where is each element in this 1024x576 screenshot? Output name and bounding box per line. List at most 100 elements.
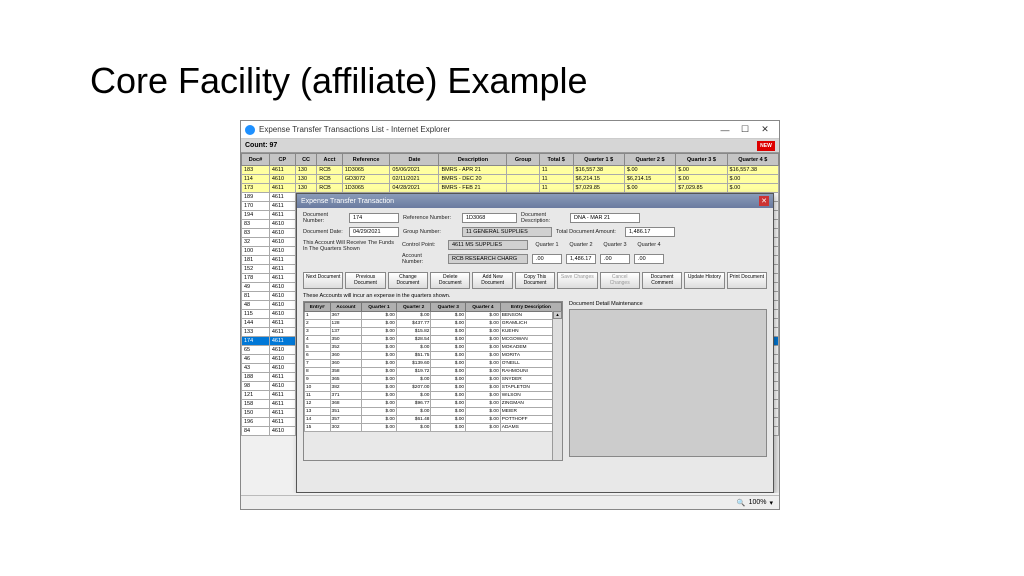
- detail-box: [569, 309, 767, 457]
- main-col-header[interactable]: Quarter 1 $: [573, 154, 624, 166]
- sub-table-row[interactable]: 13351$.00$.00$.00$.00MEIER: [305, 408, 562, 416]
- modal-title: Expense Transfer Transaction: [301, 198, 394, 205]
- detail-label: Document Detail Maintenance: [569, 301, 767, 307]
- transaction-modal: Expense Transfer Transaction ✕ Document …: [296, 193, 774, 493]
- sub-table-wrap: Entry#AccountQuarter 1Quarter 2Quarter 3…: [303, 301, 563, 461]
- table-row[interactable]: 1144610130RCBGD307202/11/2021BMRS - DEC …: [242, 175, 779, 184]
- total-label: Total Document Amount:: [556, 229, 621, 235]
- scroll-up-icon[interactable]: ▴: [553, 311, 562, 319]
- doc-action-button[interactable]: Previous Document: [345, 272, 385, 289]
- cp-dropdown[interactable]: 4611 MS SUPPLIES: [448, 240, 528, 250]
- total-field: 1,486.17: [625, 227, 675, 237]
- sub-scrollbar[interactable]: ▴: [552, 311, 562, 460]
- zoom-level: 100%: [749, 499, 767, 506]
- main-col-header[interactable]: Reference: [342, 154, 390, 166]
- statusbar: 🔍 100% ▾: [241, 495, 779, 509]
- doc-action-button: Save Changes: [557, 272, 597, 289]
- main-col-header[interactable]: Quarter 2 $: [624, 154, 675, 166]
- group-label: Group Number:: [403, 229, 458, 235]
- doc-number-field[interactable]: 174: [349, 213, 399, 223]
- sub-col-header[interactable]: Quarter 2: [396, 303, 431, 312]
- q1-field[interactable]: .00: [532, 254, 562, 264]
- cp-label: Control Point:: [402, 242, 444, 248]
- desc-label: Document Description:: [521, 212, 566, 224]
- titlebar: Expense Transfer Transactions List - Int…: [241, 121, 779, 139]
- main-col-header[interactable]: Total $: [539, 154, 573, 166]
- doc-action-button[interactable]: Copy This Document: [515, 272, 555, 289]
- doc-action-button[interactable]: Change Document: [388, 272, 428, 289]
- main-col-header[interactable]: Quarter 3 $: [676, 154, 727, 166]
- sub-table-row[interactable]: 10382$.00$207.00$.00$.00STAPLETON: [305, 384, 562, 392]
- sub-table-row[interactable]: 4350$.00$28.54$.00$.00MCGOWAN: [305, 336, 562, 344]
- app-window: Expense Transfer Transactions List - Int…: [240, 120, 780, 510]
- doc-action-button[interactable]: Update History: [684, 272, 724, 289]
- main-col-header[interactable]: Quarter 4 $: [727, 154, 778, 166]
- date-label: Document Date:: [303, 229, 345, 235]
- count-label: Count: 97: [245, 142, 277, 149]
- sub-col-header[interactable]: Quarter 4: [466, 303, 501, 312]
- count-bar: Count: 97 NEW: [241, 139, 779, 153]
- slide-title: Core Facility (affiliate) Example: [90, 60, 588, 102]
- modal-close-button[interactable]: ✕: [759, 196, 769, 206]
- sub-table-row[interactable]: 9365$.00$.00$.00$.00SNYDER: [305, 376, 562, 384]
- modal-titlebar: Expense Transfer Transaction ✕: [297, 194, 773, 208]
- zoom-icon[interactable]: 🔍: [737, 499, 746, 507]
- doc-action-button[interactable]: Document Comment: [642, 272, 682, 289]
- desc-field[interactable]: DNA - MAR 21: [570, 213, 640, 223]
- sub-table: Entry#AccountQuarter 1Quarter 2Quarter 3…: [304, 302, 562, 432]
- main-col-header[interactable]: Description: [439, 154, 507, 166]
- doc-action-button[interactable]: Next Document: [303, 272, 343, 289]
- sub-table-row[interactable]: 2128$.00$437.77$.00$.00GRAMLICH: [305, 320, 562, 328]
- q2-field[interactable]: 1,486.17: [566, 254, 596, 264]
- sub-note: These Accounts will incur an expense in …: [303, 293, 767, 299]
- acct-dropdown[interactable]: RCB RESEARCH CHARG: [448, 254, 528, 264]
- q3-label: Quarter 3: [600, 242, 630, 248]
- doc-action-button: Cancel Changes: [600, 272, 640, 289]
- ie-icon: [245, 125, 255, 135]
- acct-label: Account Number:: [402, 253, 444, 265]
- sub-table-row[interactable]: 3137$.00$15.82$.00$.00KUEHN: [305, 328, 562, 336]
- sub-table-row[interactable]: 11371$.00$.00$.00$.00WILSON: [305, 392, 562, 400]
- main-col-header[interactable]: CC: [295, 154, 316, 166]
- main-col-header[interactable]: Group: [507, 154, 539, 166]
- doc-action-button[interactable]: Print Document: [727, 272, 767, 289]
- main-col-header[interactable]: Date: [390, 154, 439, 166]
- main-col-header[interactable]: CP: [269, 154, 295, 166]
- new-button[interactable]: NEW: [757, 141, 775, 151]
- sub-table-row[interactable]: 6360$.00$51.75$.00$.00MORITA: [305, 352, 562, 360]
- main-table-area: Doc#CPCCAcctReferenceDateDescriptionGrou…: [241, 153, 779, 493]
- sub-col-header[interactable]: Account: [330, 303, 362, 312]
- sub-table-row[interactable]: 1367$.00$.00$.00$.00BENSON: [305, 312, 562, 320]
- sub-table-row[interactable]: 8358$.00$19.72$.00$.00RAHMOUNI: [305, 368, 562, 376]
- q4-field[interactable]: .00: [634, 254, 664, 264]
- close-button[interactable]: ✕: [755, 123, 775, 137]
- table-row[interactable]: 1734611130RCB1D306504/28/2021BMRS - FEB …: [242, 184, 779, 193]
- doc-action-button[interactable]: Delete Document: [430, 272, 470, 289]
- q2-label: Quarter 2: [566, 242, 596, 248]
- ref-label: Reference Number:: [403, 215, 458, 221]
- table-row[interactable]: 1834611130RCB1D306505/06/2021BMRS - APR …: [242, 166, 779, 175]
- doc-number-label: Document Number:: [303, 212, 345, 224]
- ref-field[interactable]: 1D3068: [462, 213, 517, 223]
- doc-action-button[interactable]: Add New Document: [472, 272, 512, 289]
- q1-label: Quarter 1: [532, 242, 562, 248]
- sub-table-row[interactable]: 12368$.00$96.77$.00$.00ZINGMAN: [305, 400, 562, 408]
- sub-table-row[interactable]: 5352$.00$.00$.00$.00MOKADEM: [305, 344, 562, 352]
- sub-table-row[interactable]: 7360$.00$139.60$.00$.00O'NEILL: [305, 360, 562, 368]
- minimize-button[interactable]: —: [715, 123, 735, 137]
- maximize-button[interactable]: ☐: [735, 123, 755, 137]
- receive-note: This Account Will Receive The Funds In T…: [303, 240, 398, 252]
- window-title: Expense Transfer Transactions List - Int…: [259, 125, 715, 134]
- sub-col-header[interactable]: Entry#: [305, 303, 331, 312]
- main-col-header[interactable]: Doc#: [242, 154, 270, 166]
- sub-col-header[interactable]: Quarter 3: [431, 303, 466, 312]
- date-field[interactable]: 04/29/2021: [349, 227, 399, 237]
- group-dropdown[interactable]: 11 GENERAL SUPPLIES: [462, 227, 552, 237]
- q4-label: Quarter 4: [634, 242, 664, 248]
- q3-field[interactable]: .00: [600, 254, 630, 264]
- main-col-header[interactable]: Acct: [317, 154, 343, 166]
- sub-table-row[interactable]: 14357$.00$61.48$.00$.00POTTHOFF: [305, 416, 562, 424]
- zoom-dropdown-icon[interactable]: ▾: [769, 499, 773, 507]
- sub-table-row[interactable]: 15302$.00$.00$.00$.00ADAMS: [305, 424, 562, 432]
- sub-col-header[interactable]: Quarter 1: [362, 303, 397, 312]
